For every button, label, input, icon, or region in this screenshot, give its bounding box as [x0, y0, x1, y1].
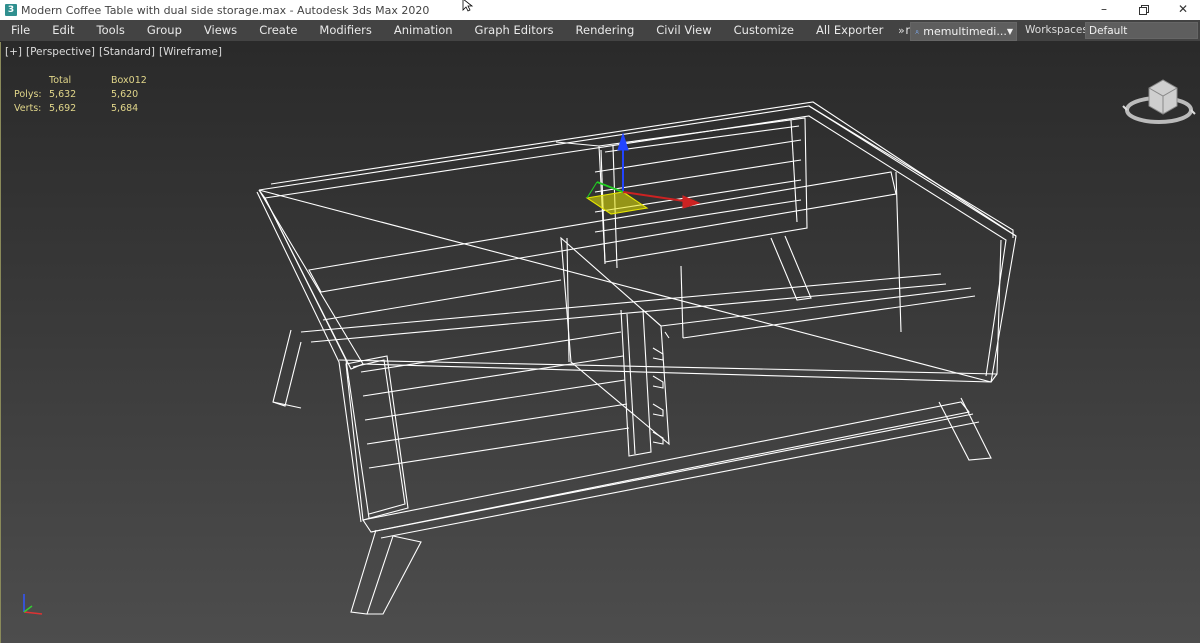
workspaces-label: Workspaces:: [1025, 24, 1092, 36]
minimize-button[interactable]: –: [1087, 0, 1121, 20]
stats-header-object: Box012: [111, 75, 147, 86]
perspective-viewport[interactable]: [+] [Perspective] [Standard] [Wireframe]…: [0, 42, 1200, 643]
workspace-select[interactable]: Default: [1085, 22, 1198, 39]
chevron-down-icon: ▼: [1006, 27, 1013, 36]
viewport-labels: [+] [Perspective] [Standard] [Wireframe]: [5, 46, 222, 58]
table-lower-shelf: [300, 273, 980, 539]
wireframe-model[interactable]: [1, 42, 1200, 643]
menu-tools[interactable]: Tools: [86, 20, 136, 41]
right-panel: [660, 171, 976, 339]
polys-total: 5,632: [49, 89, 77, 100]
center-divider: [560, 236, 670, 457]
front-slats: [322, 279, 630, 469]
menu-views[interactable]: Views: [193, 20, 248, 41]
viewport-pov-label[interactable]: [Perspective]: [26, 46, 95, 58]
user-account-dropdown[interactable]: memultimedi... ▼: [910, 22, 1017, 41]
menu-modifiers[interactable]: Modifiers: [308, 20, 383, 41]
polys-label: Polys:: [14, 89, 42, 100]
viewport-statistics: Total Box012 Polys: 5,632 5,620 Verts: 5…: [14, 74, 147, 116]
verts-label: Verts:: [14, 103, 42, 114]
app-logo-icon: 3: [5, 4, 17, 16]
menu-overflow-button[interactable]: »: [898, 20, 910, 41]
menu-file[interactable]: File: [0, 20, 41, 41]
viewcube-icon[interactable]: [1121, 66, 1196, 132]
verts-object: 5,684: [111, 103, 139, 114]
transform-gizmo[interactable]: [585, 132, 701, 215]
menu-customize[interactable]: Customize: [723, 20, 805, 41]
restore-icon: [1139, 5, 1149, 15]
title-bar: 3 Modern Coffee Table with dual side sto…: [0, 0, 1200, 20]
viewport-shading-standard[interactable]: [Standard]: [99, 46, 155, 58]
menu-all-exporter[interactable]: All Exporter: [805, 20, 894, 41]
stats-header-total: Total: [49, 75, 72, 86]
menu-group[interactable]: Group: [136, 20, 193, 41]
menu-animation[interactable]: Animation: [383, 20, 464, 41]
menu-graph-editors[interactable]: Graph Editors: [464, 20, 565, 41]
verts-total: 5,692: [49, 103, 77, 114]
minimize-icon: –: [1101, 2, 1107, 16]
menu-create[interactable]: Create: [248, 20, 308, 41]
close-icon: ✕: [1177, 2, 1189, 16]
polys-object: 5,620: [111, 89, 139, 100]
table-legs: [272, 235, 992, 615]
mouse-cursor-icon: [462, 0, 474, 12]
window-title: Modern Coffee Table with dual side stora…: [21, 3, 430, 17]
menu-bar: File Edit Tools Group Views Create Modif…: [0, 20, 1200, 42]
close-button[interactable]: ✕: [1166, 0, 1200, 20]
restore-button[interactable]: [1127, 0, 1161, 20]
user-icon: [915, 29, 919, 34]
menu-edit[interactable]: Edit: [41, 20, 85, 41]
menu-civil-view[interactable]: Civil View: [645, 20, 722, 41]
user-name: memultimedi...: [923, 25, 1007, 38]
table-top: [258, 101, 1017, 383]
viewport-shading-wireframe[interactable]: [Wireframe]: [159, 46, 222, 58]
menu-rendering[interactable]: Rendering: [565, 20, 646, 41]
axis-tripod-icon: [23, 594, 43, 615]
viewport-menu-button[interactable]: [+]: [5, 46, 22, 58]
